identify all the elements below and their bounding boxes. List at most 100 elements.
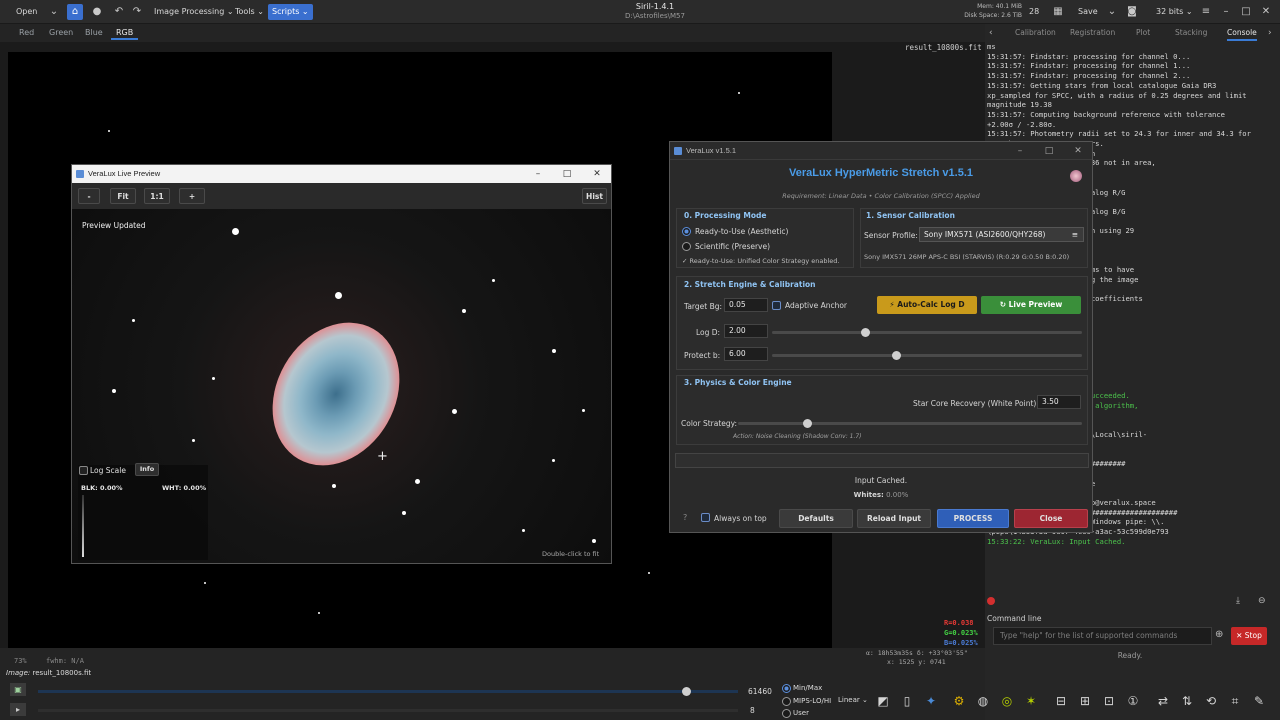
zoom-1-icon[interactable]: ① bbox=[1125, 693, 1141, 709]
mirror-y-icon[interactable]: ⇅ bbox=[1179, 693, 1195, 709]
undo-icon[interactable]: ↶ bbox=[111, 4, 127, 20]
maximize-icon[interactable]: □ bbox=[1238, 4, 1254, 20]
help-icon[interactable]: ⊕ bbox=[1215, 629, 1223, 640]
log-scale-checkbox[interactable] bbox=[79, 466, 88, 475]
display-icon[interactable]: ▣ bbox=[10, 683, 26, 696]
log-menu-icon[interactable]: ⊖ bbox=[1258, 596, 1266, 606]
log-d-label: Log D: bbox=[696, 328, 721, 337]
log-level-indicator[interactable] bbox=[987, 597, 995, 605]
protect-b-slider-handle[interactable] bbox=[892, 351, 901, 360]
tools-menu[interactable]: Tools ⌄ bbox=[231, 4, 268, 20]
clear-log-icon[interactable]: ⤓ bbox=[1236, 596, 1240, 606]
hamburger-menu-icon[interactable]: ≡ bbox=[1198, 4, 1214, 20]
mirror-x-icon[interactable]: ⇄ bbox=[1155, 693, 1171, 709]
close-icon[interactable]: ✕ bbox=[1064, 142, 1092, 160]
adaptive-anchor-checkbox[interactable] bbox=[772, 301, 781, 310]
info-button[interactable]: Info bbox=[135, 463, 159, 476]
image-processing-menu[interactable]: Image Processing ⌄ bbox=[150, 4, 238, 20]
tab-green[interactable]: Green bbox=[44, 26, 78, 40]
minmax-radio[interactable] bbox=[782, 684, 791, 693]
star-core-input[interactable]: 3.50 bbox=[1037, 395, 1081, 409]
zoom-level: 73% bbox=[14, 657, 27, 665]
snapshot-icon[interactable]: ◙ bbox=[1124, 4, 1140, 20]
min-value[interactable]: 8 bbox=[750, 706, 755, 715]
protect-b-slider-track[interactable] bbox=[772, 354, 1082, 357]
globe-icon[interactable]: ◍ bbox=[975, 693, 991, 709]
save-as-dropdown-icon[interactable]: ⌄ bbox=[1104, 4, 1120, 20]
threads-count[interactable]: 28 bbox=[1025, 4, 1043, 20]
curves-icon[interactable]: ◩ bbox=[875, 693, 891, 709]
target-bg-input[interactable]: 0.05 bbox=[724, 298, 768, 312]
wrench-icon[interactable]: ✎ bbox=[1251, 693, 1267, 709]
close-button[interactable]: Close bbox=[1014, 509, 1088, 528]
target-icon[interactable]: ◎ bbox=[999, 693, 1015, 709]
process-button[interactable]: PROCESS bbox=[937, 509, 1009, 528]
stretch-select[interactable]: Linear ⌄ bbox=[838, 696, 868, 704]
histogram-button[interactable]: Hist bbox=[582, 188, 607, 204]
recent-dropdown-icon[interactable]: ⌄ bbox=[46, 4, 62, 20]
zoom-fit-icon[interactable]: ⊡ bbox=[1101, 693, 1117, 709]
tab-console[interactable]: Console bbox=[1227, 28, 1257, 41]
user-radio[interactable] bbox=[782, 709, 791, 718]
record-icon[interactable]: ● bbox=[89, 4, 105, 20]
max-value[interactable]: 61460 bbox=[748, 687, 772, 696]
bit-depth-selector[interactable]: 32 bits ⌄ bbox=[1152, 4, 1197, 20]
zoom-in-icon[interactable]: ⊞ bbox=[1077, 693, 1093, 709]
minimize-icon[interactable]: – bbox=[1218, 4, 1234, 20]
annotate-icon[interactable]: ⚙ bbox=[951, 693, 967, 709]
defaults-button[interactable]: Defaults bbox=[779, 509, 853, 528]
zoom-out-icon[interactable]: ⊟ bbox=[1053, 693, 1069, 709]
log-d-slider-handle[interactable] bbox=[861, 328, 870, 337]
mips-radio[interactable] bbox=[782, 697, 791, 706]
tab-rgb[interactable]: RGB bbox=[111, 26, 139, 40]
max-slider-track[interactable] bbox=[38, 690, 738, 693]
live-preview-button[interactable]: ↻ Live Preview bbox=[981, 296, 1081, 314]
scripts-menu[interactable]: Scripts ⌄ bbox=[268, 4, 313, 20]
panel-back-icon[interactable]: ‹ bbox=[989, 28, 993, 38]
zoom-1-1-button[interactable]: 1:1 bbox=[144, 188, 170, 204]
tab-red[interactable]: Red bbox=[14, 26, 39, 40]
tab-blue[interactable]: Blue bbox=[80, 26, 108, 40]
star bbox=[108, 130, 110, 132]
always-on-top-checkbox[interactable] bbox=[701, 513, 710, 522]
star-icon[interactable]: ✶ bbox=[1023, 693, 1039, 709]
color-strategy-slider-track[interactable] bbox=[738, 422, 1082, 425]
mode-scientific-radio[interactable] bbox=[682, 242, 691, 251]
crop-icon[interactable]: ⌗ bbox=[1227, 693, 1243, 709]
close-icon[interactable]: ✕ bbox=[583, 165, 611, 183]
min-slider-track[interactable] bbox=[38, 709, 738, 712]
minimize-icon[interactable]: – bbox=[1006, 142, 1034, 160]
tab-stacking[interactable]: Stacking bbox=[1175, 28, 1207, 37]
maximize-icon[interactable]: □ bbox=[553, 165, 581, 183]
stop-button[interactable]: ✕ Stop bbox=[1231, 627, 1267, 645]
tab-registration[interactable]: Registration bbox=[1070, 28, 1115, 37]
log-d-input[interactable]: 2.00 bbox=[724, 324, 768, 338]
tab-calibration[interactable]: Calibration bbox=[1015, 28, 1056, 37]
open-button[interactable]: Open bbox=[12, 4, 41, 20]
script-icon[interactable]: ▯ bbox=[899, 693, 915, 709]
autocalc-log-d-button[interactable]: ⚡ Auto-Calc Log D bbox=[877, 296, 977, 314]
mode-ready-radio[interactable] bbox=[682, 227, 691, 236]
panel-forward-icon[interactable]: › bbox=[1268, 28, 1272, 38]
fit-button[interactable]: Fit bbox=[110, 188, 136, 204]
protect-b-input[interactable]: 6.00 bbox=[724, 347, 768, 361]
save-button[interactable]: Save bbox=[1074, 4, 1102, 20]
minimize-icon[interactable]: – bbox=[524, 165, 552, 183]
log-d-slider-track[interactable] bbox=[772, 331, 1082, 334]
command-input[interactable]: Type "help" for the list of supported co… bbox=[993, 627, 1212, 645]
reload-input-button[interactable]: Reload Input bbox=[857, 509, 931, 528]
max-slider-handle[interactable] bbox=[682, 687, 691, 696]
bird-icon[interactable]: ✦ bbox=[923, 693, 939, 709]
play-icon[interactable]: ▸ bbox=[10, 703, 26, 716]
rotate-icon[interactable]: ⟲ bbox=[1203, 693, 1219, 709]
close-icon[interactable]: ✕ bbox=[1258, 4, 1274, 20]
home-icon[interactable]: ⌂ bbox=[67, 4, 83, 20]
color-strategy-slider-handle[interactable] bbox=[802, 419, 812, 428]
zoom-out-button[interactable]: - bbox=[78, 188, 100, 204]
tab-plot[interactable]: Plot bbox=[1136, 28, 1150, 37]
redo-icon[interactable]: ↷ bbox=[129, 4, 145, 20]
help-question-icon[interactable]: ? bbox=[683, 513, 687, 522]
maximize-icon[interactable]: □ bbox=[1035, 142, 1063, 160]
zoom-in-button[interactable]: + bbox=[179, 188, 205, 204]
sensor-profile-select[interactable]: Sony IMX571 (ASI2600/QHY268) ≡ bbox=[919, 227, 1084, 242]
